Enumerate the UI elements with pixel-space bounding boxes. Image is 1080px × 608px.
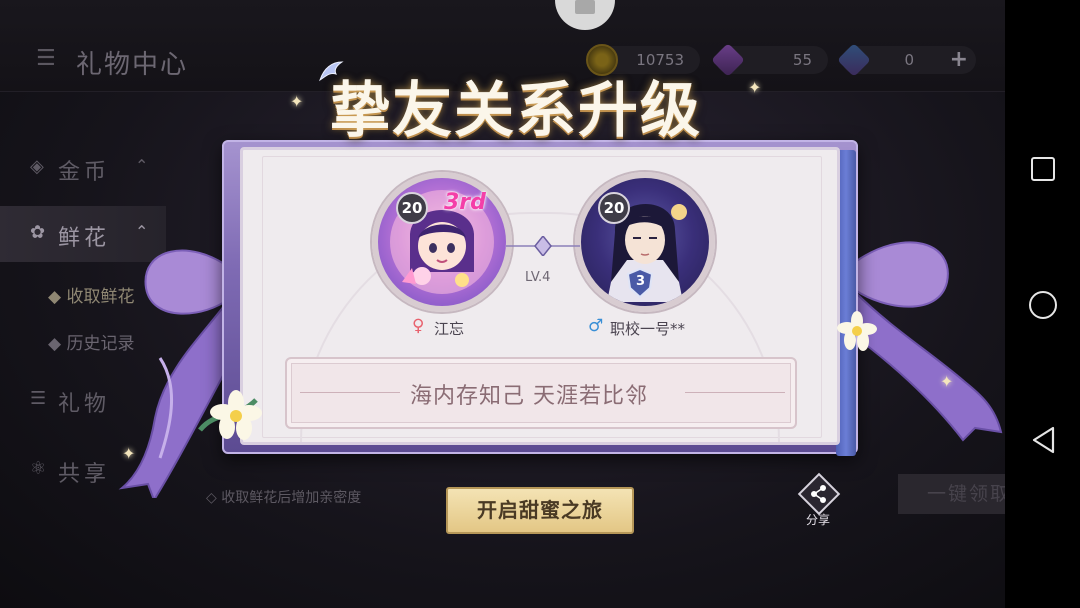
sidebar-item-label: 共享 — [58, 462, 111, 487]
relation-level: LV.4 — [525, 270, 551, 285]
atom-icon: ⚛ — [30, 458, 47, 479]
sidebar-item-label: 金币 — [58, 160, 111, 185]
coin-icon: ◈ — [30, 156, 44, 177]
gift-icon: ☰ — [30, 388, 47, 409]
home-icon[interactable] — [1029, 291, 1057, 319]
crystal-currency: 0 + — [837, 43, 976, 77]
poem-text: 海内存知己 天涯若比邻 — [410, 384, 648, 409]
sparkle-icon: ✦ — [940, 372, 954, 391]
share-label: 分享 — [806, 513, 831, 527]
sidebar-item-label: 鲜花 — [58, 226, 111, 251]
sidebar-item-label: 礼物 — [58, 392, 111, 417]
back-icon[interactable] — [1031, 426, 1057, 454]
lotus-icon: ✿ — [30, 222, 46, 243]
flower-icon — [198, 390, 262, 440]
left-level-badge: 20 — [396, 192, 428, 224]
flower-icon — [837, 311, 877, 351]
sparkle-icon: ✦ — [290, 92, 304, 111]
page-title: 礼物中心 — [76, 50, 189, 80]
add-currency-button[interactable]: + — [950, 47, 968, 72]
gift-center-icon: ☰ — [36, 46, 56, 71]
popup-headline: 挚友关系升级 — [330, 76, 702, 146]
rank-label: 3rd — [444, 190, 486, 215]
sparkle-icon: ✦ — [122, 444, 136, 463]
female-icon: ♀ — [412, 316, 425, 336]
chevron-up-icon: ⌃ — [135, 156, 149, 175]
left-player-name: 江忘 — [434, 320, 465, 338]
crystal-value: 0 — [904, 51, 914, 69]
left-player-avatar[interactable] — [372, 172, 512, 312]
recents-icon[interactable] — [1031, 157, 1055, 181]
share-icon — [811, 485, 826, 503]
relation-connector — [506, 236, 580, 256]
female-character-icon — [390, 190, 494, 294]
right-player-name: 职校一号** — [610, 320, 686, 338]
male-icon: ♂ — [588, 316, 604, 336]
sidebar-item-gold[interactable]: ◈ 金币 ⌃ — [0, 140, 166, 196]
sparkle-icon: ✦ — [748, 78, 762, 97]
gem-currency: 55 — [711, 43, 828, 77]
divider — [685, 392, 785, 393]
start-journey-button[interactable]: 开启甜蜜之旅 — [446, 487, 634, 534]
gem-value: 55 — [792, 51, 812, 69]
tier-label: 3 — [636, 274, 646, 289]
divider — [300, 392, 400, 393]
right-level-badge: 20 — [598, 192, 630, 224]
